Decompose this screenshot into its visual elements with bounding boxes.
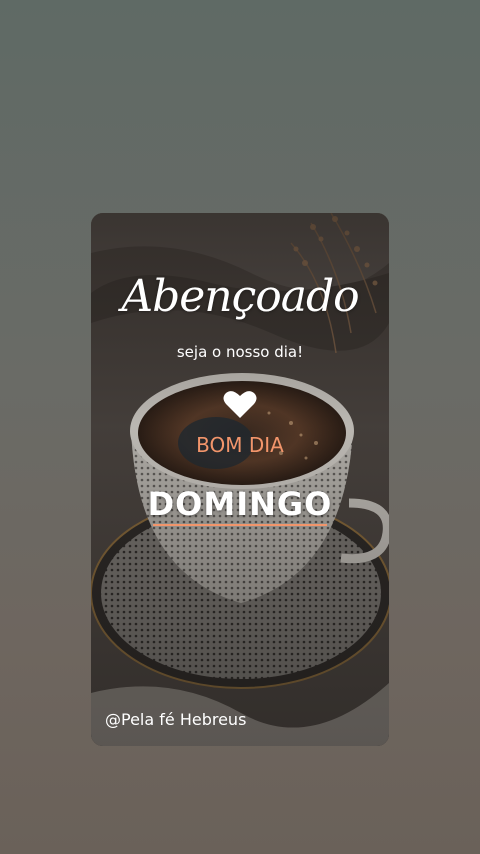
day-underline	[153, 524, 327, 526]
status-card[interactable]: Abençoado seja o nosso dia! BOM DIA DOMI…	[91, 213, 389, 746]
subtitle: seja o nosso dia!	[176, 343, 304, 361]
author-handle: @Pela fé Hebreus	[105, 710, 247, 729]
title-script: Abençoado	[121, 271, 359, 322]
heart-icon	[223, 391, 257, 418]
day-text: DOMINGO	[147, 485, 333, 523]
greeting-text: BOM DIA	[196, 433, 284, 457]
